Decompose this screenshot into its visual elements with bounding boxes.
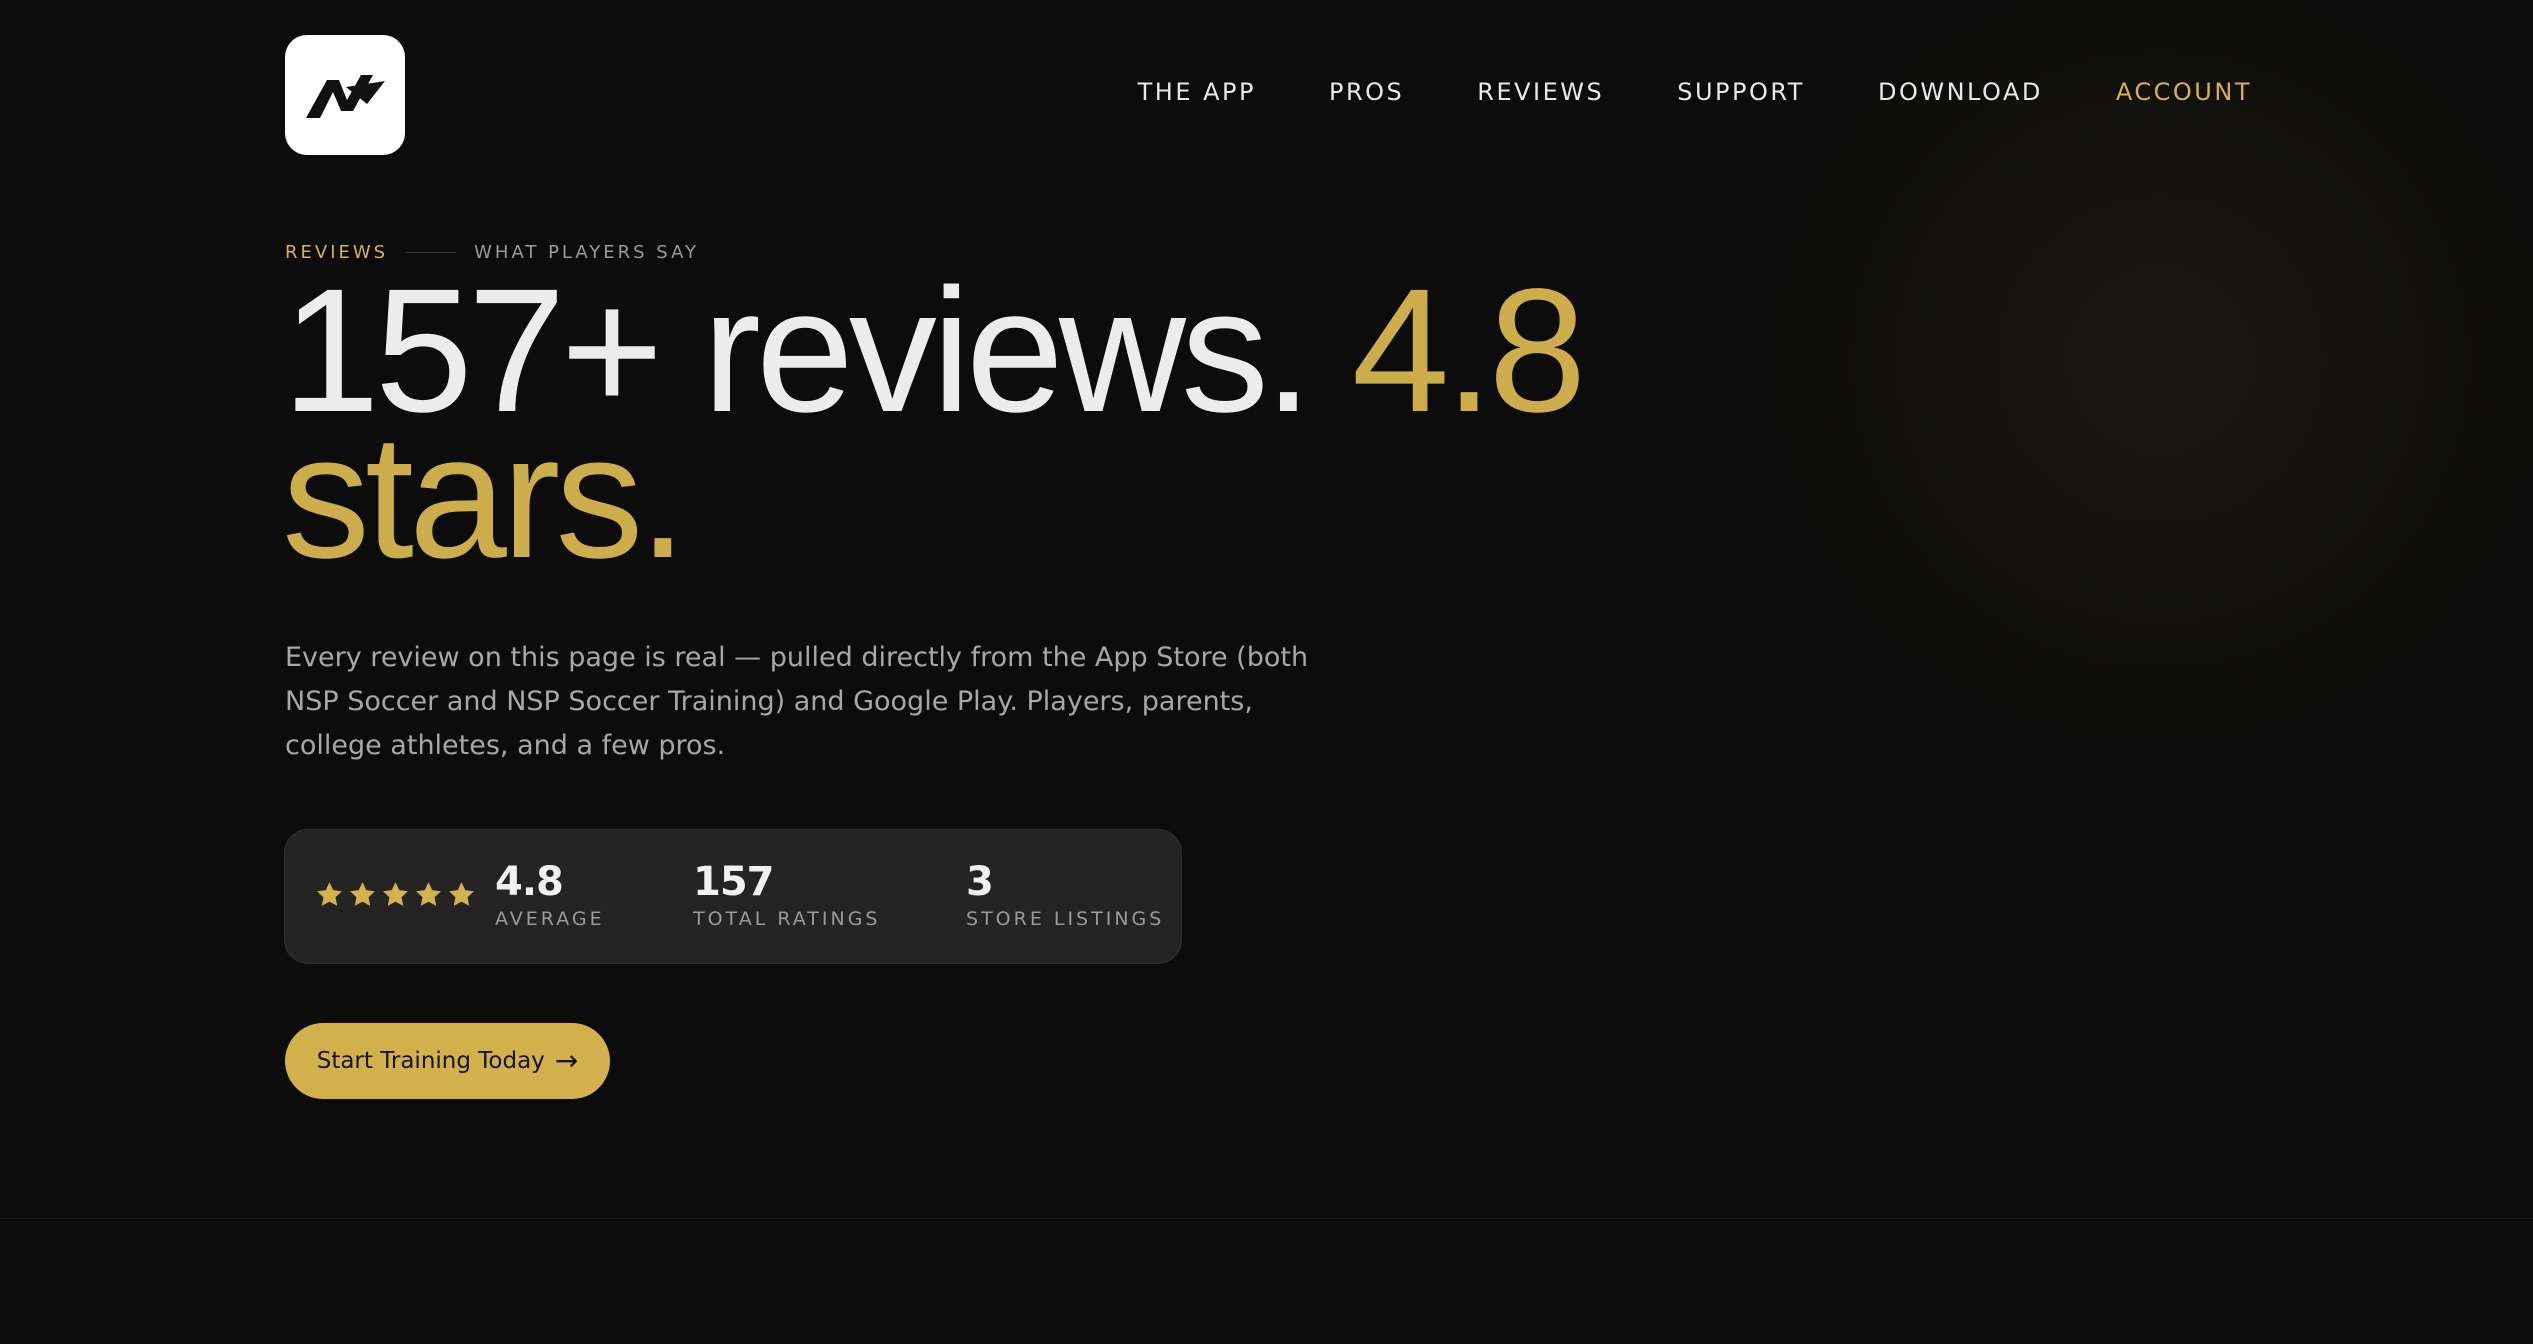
nav-item-reviews[interactable]: REVIEWS bbox=[1477, 78, 1604, 106]
stat-total-label: TOTAL RATINGS bbox=[693, 908, 881, 930]
cta-label: Start Training Today bbox=[316, 1048, 545, 1074]
star-icon bbox=[350, 882, 375, 906]
stat-total-value: 157 bbox=[693, 859, 775, 905]
stat-store-listings: 3 STORE LISTINGS bbox=[966, 860, 1164, 930]
nav-item-the-app[interactable]: THE APP bbox=[1138, 78, 1256, 106]
star-icon bbox=[317, 882, 342, 906]
page-headline: 157+ reviews. 4.8 stars. bbox=[282, 263, 1682, 585]
start-training-button[interactable]: Start Training Today → bbox=[285, 1023, 610, 1099]
stat-total-ratings: 157 TOTAL RATINGS bbox=[693, 860, 880, 930]
nav-item-support[interactable]: SUPPORT bbox=[1677, 78, 1805, 106]
main-nav: THE APP PROS REVIEWS SUPPORT DOWNLOAD AC… bbox=[1138, 78, 2252, 106]
star-icon bbox=[449, 882, 474, 906]
rating-stats-card: 4.8 AVERAGE 157 TOTAL RATINGS 3 STORE LI… bbox=[284, 829, 1182, 964]
stat-average-label: AVERAGE bbox=[495, 908, 605, 930]
stat-average-value: 4.8 bbox=[495, 859, 564, 905]
arrow-right-icon: → bbox=[554, 1044, 579, 1077]
brand-logo[interactable] bbox=[285, 35, 405, 155]
stat-listings-label: STORE LISTINGS bbox=[966, 908, 1165, 930]
nav-item-account[interactable]: ACCOUNT bbox=[2116, 78, 2252, 106]
background-glow bbox=[1700, 0, 2533, 1100]
star-icon bbox=[416, 882, 441, 906]
nsp-logo-icon bbox=[306, 75, 385, 118]
nav-item-pros[interactable]: PROS bbox=[1329, 78, 1404, 106]
nav-item-download[interactable]: DOWNLOAD bbox=[1878, 78, 2043, 106]
section-divider bbox=[0, 1218, 2533, 1219]
star-icon bbox=[383, 882, 408, 906]
stat-average: 4.8 AVERAGE bbox=[495, 860, 605, 930]
star-rating bbox=[315, 880, 476, 909]
hero-description: Every review on this page is real — pull… bbox=[285, 642, 1309, 761]
stat-listings-value: 3 bbox=[966, 859, 994, 905]
